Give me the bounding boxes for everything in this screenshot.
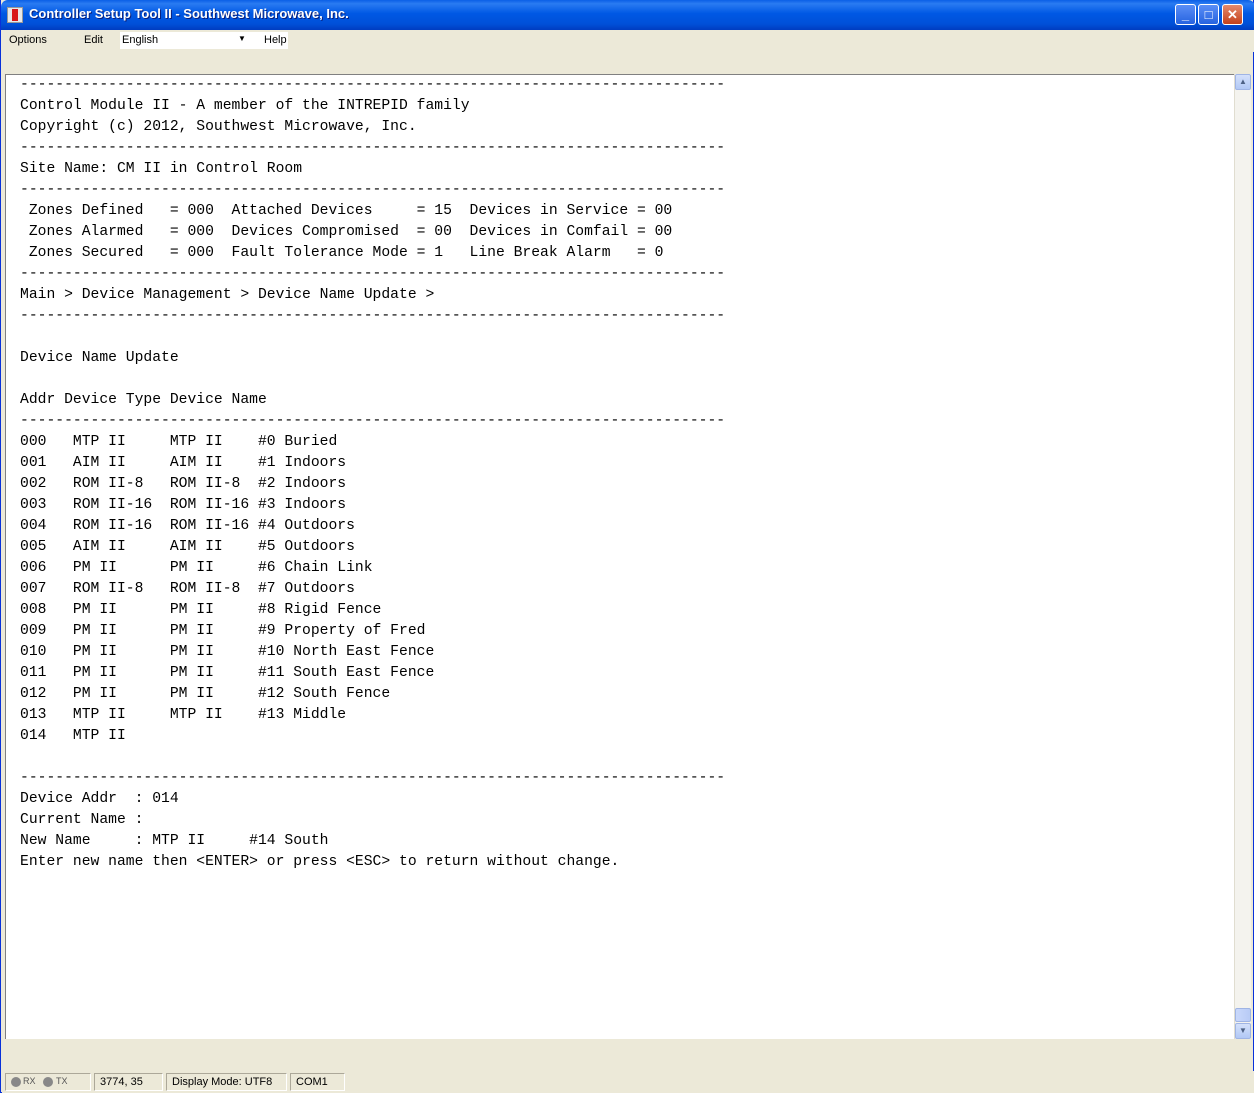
terminal-line: ----------------------------------------… [20,77,726,93]
menu-bar: Options Edit English ▼ Help [2,30,1254,52]
tx-led-icon [43,1077,53,1087]
vertical-scrollbar[interactable]: ▲ ▼ [1234,74,1251,1039]
terminal-line: ----------------------------------------… [20,182,726,198]
terminal-line: 004 ROM II-16 ROM II-16 #4 Outdoors [20,518,355,534]
terminal-line: Current Name : [20,812,144,828]
rx-led-icon [11,1077,21,1087]
terminal-line: 009 PM II PM II #9 Property of Fred [20,623,426,639]
menu-edit[interactable]: Edit [84,34,103,46]
scroll-thumb[interactable] [1235,1008,1251,1022]
terminal-line: New Name : MTP II #14 South [20,833,329,849]
terminal-line: 006 PM II PM II #6 Chain Link [20,560,373,576]
terminal-line: 005 AIM II AIM II #5 Outdoors [20,539,355,555]
terminal-line: Copyright (c) 2012, Southwest Microwave,… [20,119,417,135]
terminal-line: ----------------------------------------… [20,266,726,282]
rx-tx-indicators: RX TX [5,1073,91,1091]
terminal-line: 013 MTP II MTP II #13 Middle [20,707,347,723]
terminal-line: ----------------------------------------… [20,413,726,429]
tx-label: TX [56,1076,68,1086]
rx-label: RX [23,1076,36,1086]
terminal-line: 014 MTP II [20,728,126,744]
status-bar: RX TX 3774, 35 Display Mode: UTF8 COM1 [2,1071,1254,1093]
app-window: Controller Setup Tool II - Southwest Mic… [0,0,1254,1093]
terminal-line: 008 PM II PM II #8 Rigid Fence [20,602,382,618]
terminal-line: 010 PM II PM II #10 North East Fence [20,644,435,660]
terminal-line: Site Name: CM II in Control Room [20,161,303,177]
language-select-value: English [122,34,159,46]
scroll-down-button[interactable]: ▼ [1235,1023,1251,1039]
terminal-line: 003 ROM II-16 ROM II-16 #3 Indoors [20,497,347,513]
minimize-button[interactable]: _ [1175,4,1196,25]
cursor-position-panel: 3774, 35 [94,1073,163,1091]
terminal-line: 002 ROM II-8 ROM II-8 #2 Indoors [20,476,347,492]
menu-options[interactable]: Options [9,34,47,46]
com-port: COM1 [296,1076,328,1088]
terminal-line: 012 PM II PM II #12 South Fence [20,686,391,702]
terminal-text[interactable]: ----------------------------------------… [20,75,725,873]
terminal-line: Addr Device Type Device Name [20,392,267,408]
terminal-line: ----------------------------------------… [20,308,726,324]
terminal-line: 011 PM II PM II #11 South East Fence [20,665,435,681]
terminal-line: ----------------------------------------… [20,140,726,156]
terminal-pane[interactable]: ----------------------------------------… [5,74,1234,1039]
port-panel: COM1 [290,1073,345,1091]
terminal-line: Device Addr : 014 [20,791,179,807]
chevron-down-icon[interactable]: ▼ [238,34,246,43]
display-mode-panel: Display Mode: UTF8 [166,1073,287,1091]
terminal-line: 000 MTP II MTP II #0 Buried [20,434,338,450]
terminal-line: 007 ROM II-8 ROM II-8 #7 Outdoors [20,581,355,597]
window-title: Controller Setup Tool II - Southwest Mic… [29,6,349,21]
terminal-line: Device Name Update [20,350,179,366]
scroll-up-button[interactable]: ▲ [1235,74,1251,90]
terminal-line: Zones Defined = 000 Attached Devices = 1… [20,203,673,219]
menu-help[interactable]: Help [264,34,287,46]
title-bar[interactable]: Controller Setup Tool II - Southwest Mic… [1,0,1254,30]
terminal-line: Main > Device Management > Device Name U… [20,287,435,303]
terminal-line: 001 AIM II AIM II #1 Indoors [20,455,347,471]
maximize-button[interactable]: □ [1198,4,1219,25]
terminal-line: Enter new name then <ENTER> or press <ES… [20,854,620,870]
close-button[interactable]: ✕ [1222,4,1243,25]
terminal-line: Control Module II - A member of the INTR… [20,98,470,114]
cursor-position: 3774, 35 [100,1076,143,1088]
terminal-line: Zones Secured = 000 Fault Tolerance Mode… [20,245,664,261]
app-icon[interactable] [7,7,23,23]
terminal-line: Zones Alarmed = 000 Devices Compromised … [20,224,673,240]
terminal-line: ----------------------------------------… [20,770,726,786]
display-mode: Display Mode: UTF8 [172,1076,273,1088]
